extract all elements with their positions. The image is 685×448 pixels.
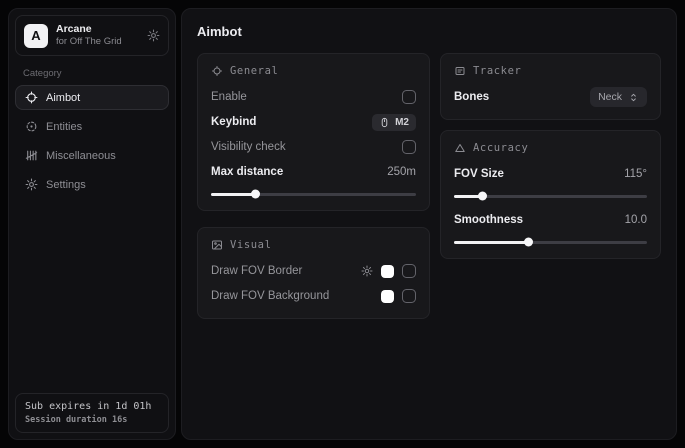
fov-background-checkbox[interactable] [402,289,416,303]
image-icon [211,239,223,251]
slider-track [211,193,416,196]
fov-border-row: Draw FOV Border [211,260,416,282]
card-accuracy: Accuracy FOV Size 115° [440,130,661,259]
fov-size-slider[interactable] [454,191,647,201]
slider-thumb[interactable] [478,192,487,201]
slider-track [454,241,647,244]
sidebar-item-label: Entities [46,121,82,133]
card-columns: General Enable Keybind [197,53,661,319]
sidebar-menu: Aimbot Entities Miscellaneous [9,85,175,197]
card-general-header: General [211,65,416,77]
scan-target-icon [211,65,223,77]
bones-row: Bones Neck [454,86,647,108]
slider-fill [454,195,483,198]
max-distance-row: Max distance 250m [211,161,416,183]
slider-thumb[interactable] [251,190,260,199]
session-duration-text: Session duration 16s [25,415,159,425]
sidebar-item-label: Settings [46,179,86,191]
fov-size-value: 115° [624,168,647,180]
enable-label: Enable [211,91,247,103]
smoothness-row: Smoothness 10.0 [454,209,647,231]
sidebar-item-miscellaneous[interactable]: Miscellaneous [15,143,169,168]
fov-background-row: Draw FOV Background [211,285,416,307]
app-logo: A [24,24,48,48]
subscription-info-card: Sub expires in 1d 01h Session duration 1… [15,393,169,433]
sidebar-item-label: Aimbot [46,92,80,104]
app-header-card: A Arcane for Off The Grid [15,15,169,56]
category-label: Category [23,68,161,79]
card-general: General Enable Keybind [197,53,430,211]
enable-row: Enable [211,86,416,108]
sidebar-item-entities[interactable]: Entities [15,114,169,139]
smoothness-label: Smoothness [454,214,523,226]
app-logo-letter: A [31,28,40,43]
gear-icon[interactable] [361,265,373,277]
card-title: Accuracy [473,142,528,154]
scan-text-icon [454,65,466,77]
keybind-value: M2 [395,117,409,128]
sidebar-item-settings[interactable]: Settings [15,172,169,197]
sidebar-item-label: Miscellaneous [46,150,116,162]
bones-select[interactable]: Neck [590,87,647,107]
max-distance-label: Max distance [211,166,283,178]
fov-border-controls [361,264,416,278]
smoothness-slider[interactable] [454,237,647,247]
fov-background-color-swatch[interactable] [381,290,394,303]
radar-icon [25,120,38,133]
app-name: Arcane [56,23,139,36]
card-accuracy-header: Accuracy [454,142,647,154]
bones-value: Neck [598,91,622,103]
main-panel: Aimbot General Enable [181,8,677,440]
crosshair-icon [25,91,38,104]
fov-background-controls [381,289,416,303]
slider-fill [211,193,256,196]
page-title: Aimbot [197,24,661,39]
fov-border-color-swatch[interactable] [381,265,394,278]
left-column: General Enable Keybind [197,53,430,319]
gear-icon [25,178,38,191]
enable-checkbox[interactable] [402,90,416,104]
sub-expires-text: Sub expires in 1d 01h [25,401,159,412]
card-title: Tracker [473,65,521,77]
card-tracker: Tracker Bones Neck [440,53,661,120]
keybind-label: Keybind [211,116,256,128]
card-title: Visual [230,239,272,251]
triangle-icon [454,142,466,154]
slider-fill [454,241,529,244]
fov-border-label: Draw FOV Border [211,265,302,277]
app-subtitle: for Off The Grid [56,36,139,48]
visibility-check-label: Visibility check [211,141,286,153]
fov-size-label: FOV Size [454,168,504,180]
mouse-icon [379,117,390,128]
slider-thumb[interactable] [524,238,533,247]
app-window: A Arcane for Off The Grid Category [0,0,685,448]
card-tracker-header: Tracker [454,65,647,77]
chevrons-up-down-icon [628,92,639,103]
slider-track [454,195,647,198]
fov-size-row: FOV Size 115° [454,163,647,185]
keybind-row: Keybind M2 [211,111,416,133]
right-column: Tracker Bones Neck [440,53,661,259]
fov-background-label: Draw FOV Background [211,290,329,302]
tally-icon [25,149,38,162]
sidebar: A Arcane for Off The Grid Category [8,8,176,440]
bones-label: Bones [454,91,489,103]
card-visual-header: Visual [211,239,416,251]
card-title: General [230,65,278,77]
max-distance-value: 250m [387,166,416,178]
gear-icon[interactable] [147,29,160,42]
max-distance-slider[interactable] [211,189,416,199]
visibility-check-checkbox[interactable] [402,140,416,154]
card-visual: Visual Draw FOV Border [197,227,430,319]
visibility-check-row: Visibility check [211,136,416,158]
app-meta: Arcane for Off The Grid [56,23,139,48]
fov-border-checkbox[interactable] [402,264,416,278]
smoothness-value: 10.0 [625,214,647,226]
sidebar-item-aimbot[interactable]: Aimbot [15,85,169,110]
keybind-button[interactable]: M2 [372,114,416,131]
